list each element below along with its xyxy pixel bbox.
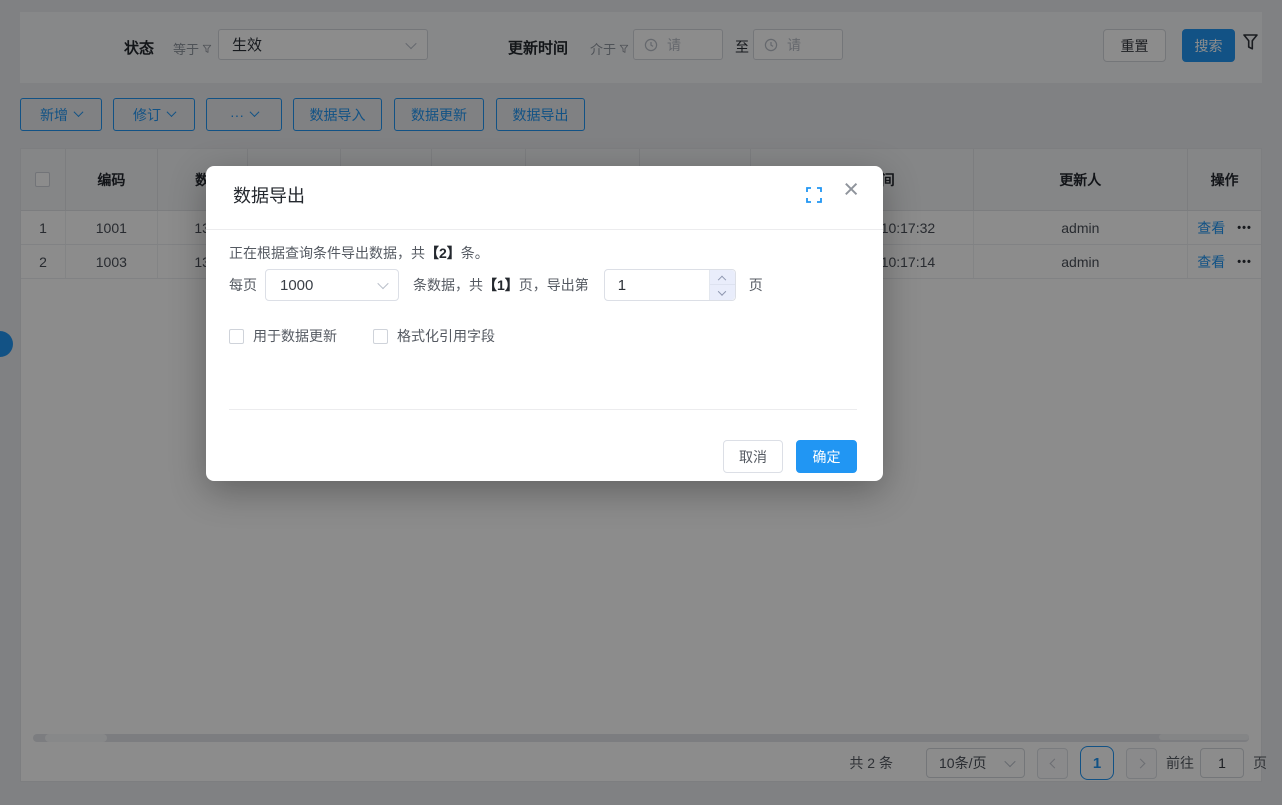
dialog-header-divider [206,229,883,230]
export-page-input[interactable]: 1 [604,269,736,301]
export-page-value: 1 [618,277,626,294]
for-data-update-checkbox[interactable] [229,329,244,344]
export-count: 【2】 [425,245,461,261]
cancel-button[interactable]: 取消 [723,440,783,473]
close-icon[interactable]: × [843,174,859,205]
per-page-value: 1000 [280,277,313,294]
spinner-down-button[interactable] [710,285,735,300]
export-info-text: 正在根据查询条件导出数据，共【2】条。 [229,243,489,263]
page-unit-label: 页 [749,275,763,295]
number-spinner [709,270,735,300]
spinner-up-button[interactable] [710,270,735,285]
fullscreen-icon[interactable] [806,187,822,203]
confirm-button[interactable]: 确定 [796,440,857,473]
format-reference-option[interactable]: 格式化引用字段 [373,326,495,346]
per-page-label: 每页 [229,275,257,295]
dialog-footer-divider [229,409,857,410]
format-reference-checkbox[interactable] [373,329,388,344]
data-export-dialog: 数据导出 × 正在根据查询条件导出数据，共【2】条。 每页 1000 条数据，共… [206,166,883,481]
chevron-down-icon [718,287,726,295]
export-settings-row: 每页 1000 条数据，共【1】页，导出第 1 页 [229,269,763,301]
for-data-update-option[interactable]: 用于数据更新 [229,326,337,346]
per-page-select[interactable]: 1000 [265,269,399,301]
for-data-update-label: 用于数据更新 [253,326,337,346]
dialog-title: 数据导出 [233,182,305,208]
export-options: 用于数据更新 格式化引用字段 [229,326,495,346]
chevron-down-icon [377,278,388,289]
total-pages: 【1】 [483,277,519,293]
chevron-up-icon [718,276,726,284]
format-reference-label: 格式化引用字段 [397,326,495,346]
page-count-text: 条数据，共【1】页，导出第 [413,275,589,295]
